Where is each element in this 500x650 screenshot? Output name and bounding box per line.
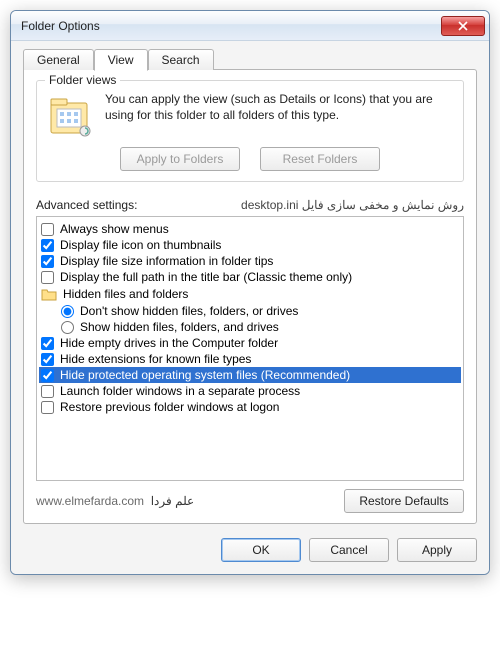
option-display-file-icon[interactable]: Display file icon on thumbnails <box>39 237 461 253</box>
advanced-settings-label: Advanced settings: <box>36 198 137 212</box>
tab-view[interactable]: View <box>94 49 148 71</box>
tab-panel-view: Folder views You can apply the view (suc… <box>23 69 477 524</box>
folder-views-legend: Folder views <box>45 73 120 87</box>
dialog-body: General View Search Folder views <box>11 41 489 574</box>
tab-search[interactable]: Search <box>148 49 214 70</box>
option-display-full-path[interactable]: Display the full path in the title bar (… <box>39 269 461 285</box>
titlebar: Folder Options <box>11 11 489 41</box>
checkbox[interactable] <box>41 255 54 268</box>
option-always-show-menus[interactable]: Always show menus <box>39 221 461 237</box>
option-display-file-size[interactable]: Display file size information in folder … <box>39 253 461 269</box>
checkbox[interactable] <box>41 369 54 382</box>
restore-defaults-button[interactable]: Restore Defaults <box>344 489 464 513</box>
close-icon <box>458 21 468 31</box>
apply-button[interactable]: Apply <box>397 538 477 562</box>
option-hide-empty-drives[interactable]: Hide empty drives in the Computer folder <box>39 335 461 351</box>
dialog-buttons: OK Cancel Apply <box>23 538 477 562</box>
folder-views-icon <box>47 91 95 139</box>
folder-views-description: You can apply the view (such as Details … <box>105 91 453 123</box>
reset-folders-button[interactable]: Reset Folders <box>260 147 380 171</box>
ok-button[interactable]: OK <box>221 538 301 562</box>
option-launch-separate[interactable]: Launch folder windows in a separate proc… <box>39 383 461 399</box>
window-title: Folder Options <box>21 19 100 33</box>
checkbox[interactable] <box>41 353 54 366</box>
radio[interactable] <box>61 305 74 318</box>
folder-options-dialog: Folder Options General View Search Folde… <box>10 10 490 575</box>
cancel-button[interactable]: Cancel <box>309 538 389 562</box>
checkbox[interactable] <box>41 239 54 252</box>
option-show-hidden[interactable]: Show hidden files, folders, and drives <box>39 319 461 335</box>
checkbox[interactable] <box>41 271 54 284</box>
watermark: www.elmefarda.com علم فردا <box>36 494 194 508</box>
option-hide-protected[interactable]: Hide protected operating system files (R… <box>39 367 461 383</box>
option-restore-previous[interactable]: Restore previous folder windows at logon <box>39 399 461 415</box>
tab-general[interactable]: General <box>23 49 94 70</box>
checkbox[interactable] <box>41 337 54 350</box>
folder-icon <box>41 286 57 302</box>
checkbox[interactable] <box>41 223 54 236</box>
close-button[interactable] <box>441 16 485 36</box>
tab-strip: General View Search <box>23 49 477 70</box>
folder-views-group: Folder views You can apply the view (suc… <box>36 80 464 182</box>
advanced-settings-list[interactable]: Always show menus Display file icon on t… <box>36 216 464 481</box>
option-dont-show-hidden[interactable]: Don't show hidden files, folders, or dri… <box>39 303 461 319</box>
overlay-annotation: روش نمایش و مخفی سازی فایل desktop.ini <box>241 198 464 212</box>
apply-to-folders-button[interactable]: Apply to Folders <box>120 147 240 171</box>
checkbox[interactable] <box>41 401 54 414</box>
checkbox[interactable] <box>41 385 54 398</box>
radio[interactable] <box>61 321 74 334</box>
group-hidden-files: Hidden files and folders <box>39 285 461 303</box>
option-hide-extensions[interactable]: Hide extensions for known file types <box>39 351 461 367</box>
